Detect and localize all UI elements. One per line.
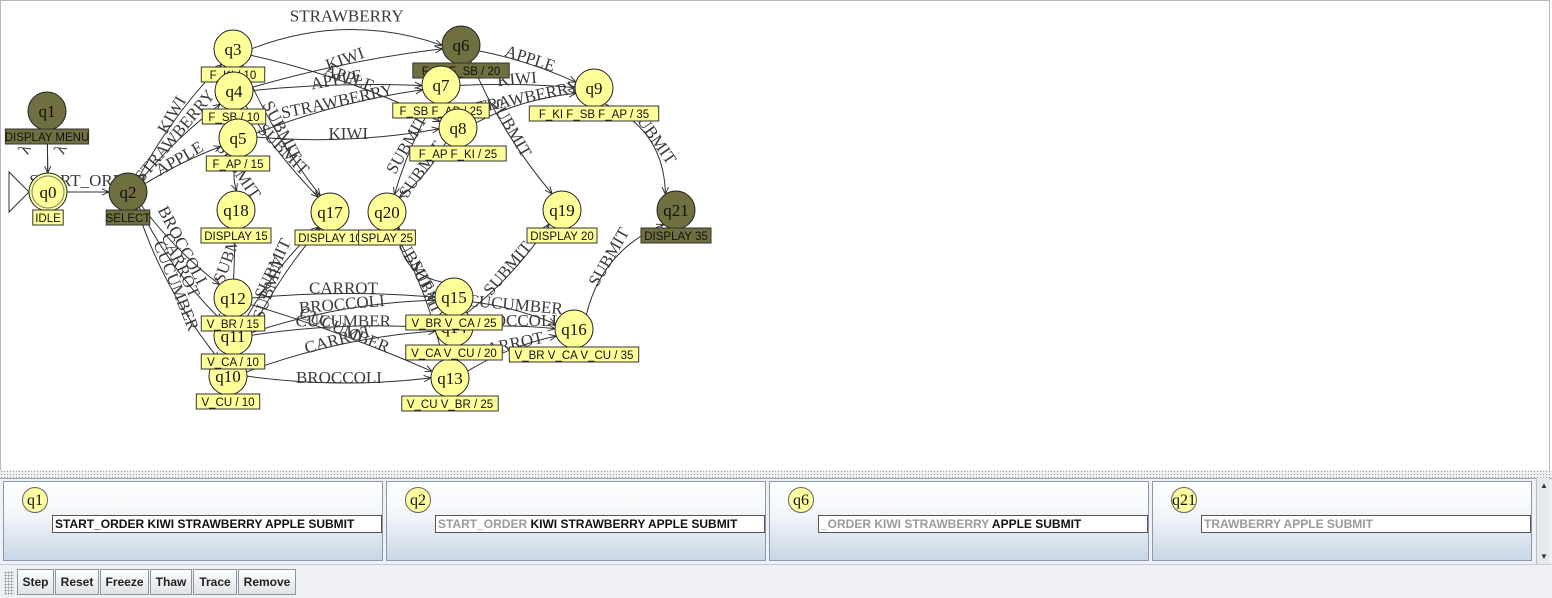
configuration-panel: q1 START_ORDER KIWI STRAWBERRY APPLE SUB… (0, 478, 1552, 564)
state-name: q20 (374, 203, 400, 222)
state-output: DISPLAY 15 (204, 231, 268, 243)
transition-label: SUBMIT (480, 237, 536, 299)
reset-button[interactable]: Reset (55, 569, 99, 595)
state-name: q10 (215, 367, 241, 386)
vertical-scrollbar[interactable]: ▲ ▼ (1536, 478, 1550, 564)
configuration-2[interactable]: q2 START_ORDER KIWI STRAWBERRY APPLE SUB… (386, 481, 766, 561)
state-name: q19 (549, 201, 575, 220)
config-state-icon: q1 (22, 487, 48, 513)
state-output: V_BR V_CA / 25 (411, 318, 496, 330)
state-name: q5 (230, 129, 247, 148)
state-q1[interactable]: q1 DISPLAY MENU (5, 91, 90, 145)
state-q2[interactable]: q2 SELECT (106, 172, 151, 226)
state-q21[interactable]: q21 DISPLAY 35 (640, 190, 712, 244)
tape-read: START_ORDER (438, 517, 531, 531)
transition-q3-q6[interactable] (251, 28, 442, 50)
state-q6[interactable]: q6F_KI F_SB / 20 (412, 25, 510, 79)
transition-label: KIWI (328, 124, 368, 143)
trace-button[interactable]: Trace (193, 569, 237, 595)
state-q13[interactable]: q13 V_CU V_BR / 25 (401, 358, 499, 412)
state-output: V_CU V_BR / 25 (407, 399, 493, 411)
remove-button[interactable]: Remove (238, 569, 296, 595)
state-output: DISPLAY 20 (530, 231, 594, 243)
tape-read: _ORDER KIWI STRAWBERRY (821, 517, 992, 531)
state-q18[interactable]: q18 DISPLAY 15 (200, 190, 272, 244)
initial-state-arrow-icon (8, 170, 30, 214)
tape-remaining: KIWI STRAWBERRY APPLE SUBMIT (530, 517, 738, 531)
toolbar: Step Reset Freeze Thaw Trace Remove (0, 564, 1552, 598)
state-name: q1 (39, 102, 56, 121)
config-tape: _ORDER KIWI STRAWBERRY APPLE SUBMIT (818, 515, 1148, 533)
freeze-button[interactable]: Freeze (100, 569, 149, 595)
state-name: q3 (225, 40, 242, 59)
state-output: SPLAY 25 (361, 233, 413, 245)
state-q0[interactable]: q0 IDLE (8, 170, 68, 226)
state-name: q2 (120, 183, 137, 202)
state-output: DISPLAY 35 (644, 231, 708, 243)
state-diagram[interactable]: START_ORDERλ λKIWISTRAWBERRYAPPLEBROCCOLI… (1, 1, 1551, 471)
state-q19[interactable]: q19 DISPLAY 20 (526, 190, 598, 244)
transition-label: STRAWBERRY (290, 7, 404, 26)
state-name: q6 (453, 36, 470, 55)
state-output: V_CA V_CU / 20 (411, 348, 497, 360)
toolbar-grip-icon[interactable] (4, 571, 14, 595)
config-tape: START_ORDER KIWI STRAWBERRY APPLE SUBMIT (435, 515, 765, 533)
state-output: V_BR V_CA V_CU / 35 (515, 350, 634, 362)
state-name: q0 (40, 183, 57, 202)
step-button[interactable]: Step (17, 569, 54, 595)
state-output: V_BR / 15 (207, 319, 259, 331)
state-output: V_CU / 10 (201, 397, 254, 409)
state-output: F_KI F_SB F_AP / 35 (539, 109, 649, 121)
state-name: q4 (226, 82, 244, 101)
transition-label: BROCCOLI (296, 368, 382, 387)
state-name: q15 (441, 288, 467, 307)
config-tape: START_ORDER KIWI STRAWBERRY APPLE SUBMIT (52, 515, 382, 533)
state-name: q7 (433, 76, 451, 95)
state-name: q21 (663, 201, 689, 220)
state-name: q18 (223, 201, 249, 220)
state-output: DISPLAY 10 (298, 233, 362, 245)
scroll-down-icon[interactable]: ▼ (1540, 552, 1548, 561)
state-output: V_CA / 10 (207, 357, 259, 369)
state-name: q17 (317, 203, 343, 222)
state-output: F_AP F_KI / 25 (419, 149, 497, 161)
state-name: q16 (561, 320, 587, 339)
configuration-1[interactable]: q1 START_ORDER KIWI STRAWBERRY APPLE SUB… (3, 481, 383, 561)
config-state-icon: q21 (1171, 487, 1197, 513)
state-output: IDLE (35, 213, 61, 225)
state-name: q8 (450, 119, 467, 138)
tape-remaining: START_ORDER KIWI STRAWBERRY APPLE SUBMIT (55, 517, 355, 531)
state-output: F_AP / 15 (213, 159, 264, 171)
state-output: SELECT (106, 213, 151, 225)
config-tape: TRAWBERRY APPLE SUBMIT (1201, 515, 1531, 533)
tape-remaining: APPLE SUBMIT (991, 517, 1082, 531)
state-name: q12 (220, 289, 246, 308)
split-pane-divider[interactable] (0, 470, 1552, 478)
state-output: DISPLAY MENU (5, 132, 90, 144)
configuration-4[interactable]: q21 TRAWBERRY APPLE SUBMIT (1152, 481, 1532, 561)
state-q20[interactable]: q20 SPLAY 25 (358, 192, 416, 246)
scroll-up-icon[interactable]: ▲ (1540, 481, 1548, 490)
automaton-canvas[interactable]: START_ORDER λ λ KIWI STRAWBERRY APPLE BROCCOLI… (0, 0, 1550, 470)
tape-read: TRAWBERRY APPLE SUBMIT (1204, 517, 1373, 531)
thaw-button[interactable]: Thaw (150, 569, 192, 595)
state-q17[interactable]: q17 DISPLAY 10 (294, 192, 366, 246)
state-name: q13 (437, 369, 463, 388)
state-name: q9 (586, 79, 603, 98)
config-state-icon: q2 (405, 487, 431, 513)
configuration-3[interactable]: q6 _ORDER KIWI STRAWBERRY APPLE SUBMIT (769, 481, 1149, 561)
config-state-icon: q6 (788, 487, 814, 513)
